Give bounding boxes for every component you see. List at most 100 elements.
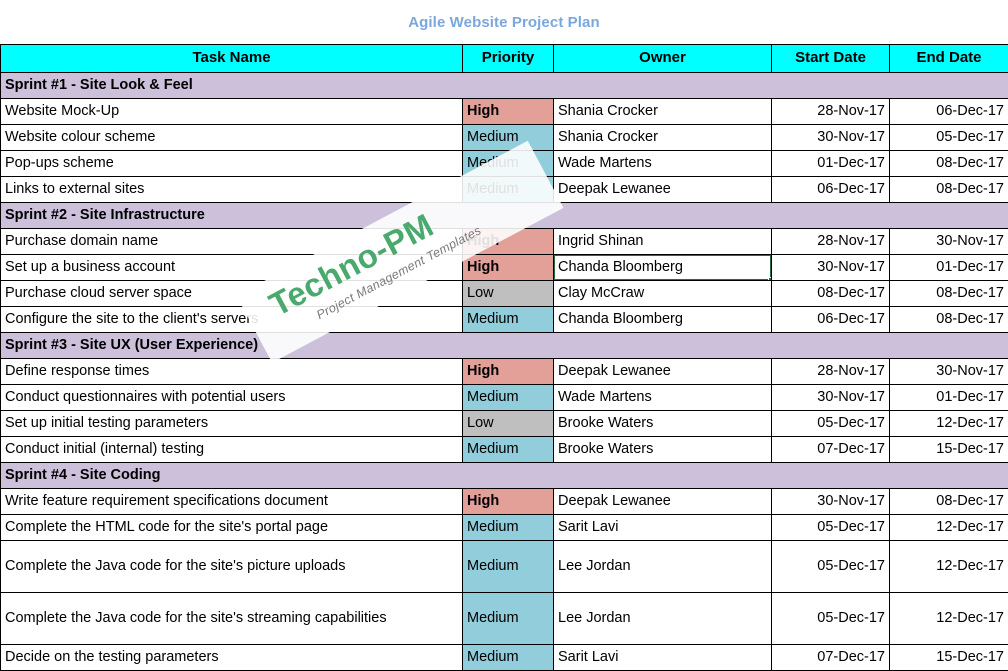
- cell-start-date[interactable]: 01-Dec-17: [772, 151, 890, 177]
- cell-task-name[interactable]: Set up initial testing parameters: [1, 411, 463, 437]
- cell-owner[interactable]: Lee Jordan: [554, 541, 772, 593]
- cell-priority[interactable]: High: [463, 359, 554, 385]
- cell-owner[interactable]: Chanda Bloomberg: [554, 307, 772, 333]
- cell-owner[interactable]: Sarit Lavi: [554, 645, 772, 671]
- cell-end-date[interactable]: 08-Dec-17: [890, 307, 1008, 333]
- cell-start-date[interactable]: 30-Nov-17: [772, 385, 890, 411]
- cell-priority[interactable]: Medium: [463, 515, 554, 541]
- column-header-end-date[interactable]: End Date: [890, 45, 1008, 73]
- cell-task-name[interactable]: Purchase domain name: [1, 229, 463, 255]
- cell-end-date[interactable]: 12-Dec-17: [890, 593, 1008, 645]
- cell-priority[interactable]: High: [463, 489, 554, 515]
- cell-task-name[interactable]: Links to external sites: [1, 177, 463, 203]
- column-header-start-date[interactable]: Start Date: [772, 45, 890, 73]
- cell-priority[interactable]: Medium: [463, 307, 554, 333]
- cell-task-name[interactable]: Define response times: [1, 359, 463, 385]
- cell-task-name[interactable]: Website Mock-Up: [1, 99, 463, 125]
- cell-owner[interactable]: Sarit Lavi: [554, 515, 772, 541]
- cell-end-date[interactable]: 12-Dec-17: [890, 515, 1008, 541]
- cell-end-date[interactable]: 08-Dec-17: [890, 489, 1008, 515]
- cell-priority[interactable]: Medium: [463, 437, 554, 463]
- cell-start-date[interactable]: 30-Nov-17: [772, 125, 890, 151]
- cell-owner[interactable]: Shania Crocker: [554, 125, 772, 151]
- cell-priority[interactable]: Low: [463, 281, 554, 307]
- cell-owner[interactable]: Wade Martens: [554, 151, 772, 177]
- sprint-group-row: Sprint #1 - Site Look & Feel: [1, 73, 1008, 99]
- cell-end-date[interactable]: 30-Nov-17: [890, 229, 1008, 255]
- cell-end-date[interactable]: 08-Dec-17: [890, 177, 1008, 203]
- cell-task-name[interactable]: Purchase cloud server space: [1, 281, 463, 307]
- cell-start-date[interactable]: 05-Dec-17: [772, 515, 890, 541]
- cell-task-name[interactable]: Website colour scheme: [1, 125, 463, 151]
- cell-owner[interactable]: Brooke Waters: [554, 411, 772, 437]
- cell-owner[interactable]: Clay McCraw: [554, 281, 772, 307]
- cell-owner[interactable]: Deepak Lewanee: [554, 359, 772, 385]
- table-row: Complete the Java code for the site's st…: [1, 593, 1008, 645]
- cell-owner[interactable]: Shania Crocker: [554, 99, 772, 125]
- cell-owner[interactable]: Brooke Waters: [554, 437, 772, 463]
- cell-owner[interactable]: Deepak Lewanee: [554, 489, 772, 515]
- column-header-task-name[interactable]: Task Name: [1, 45, 463, 73]
- cell-end-date[interactable]: 12-Dec-17: [890, 411, 1008, 437]
- cell-priority[interactable]: High: [463, 255, 554, 281]
- cell-start-date[interactable]: 30-Nov-17: [772, 255, 890, 281]
- cell-end-date[interactable]: 30-Nov-17: [890, 359, 1008, 385]
- cell-end-date[interactable]: 06-Dec-17: [890, 99, 1008, 125]
- cell-task-name[interactable]: Complete the Java code for the site's st…: [1, 593, 463, 645]
- table-row: Decide on the testing parametersMediumSa…: [1, 645, 1008, 671]
- table-row: Complete the HTML code for the site's po…: [1, 515, 1008, 541]
- cell-end-date[interactable]: 08-Dec-17: [890, 151, 1008, 177]
- cell-start-date[interactable]: 28-Nov-17: [772, 229, 890, 255]
- cell-end-date[interactable]: 05-Dec-17: [890, 125, 1008, 151]
- cell-priority[interactable]: Medium: [463, 593, 554, 645]
- cell-owner-selected[interactable]: Chanda Bloomberg: [554, 255, 772, 281]
- cell-start-date[interactable]: 08-Dec-17: [772, 281, 890, 307]
- cell-priority[interactable]: Medium: [463, 151, 554, 177]
- table-row: Purchase domain nameHighIngrid Shinan28-…: [1, 229, 1008, 255]
- cell-priority[interactable]: Medium: [463, 645, 554, 671]
- cell-start-date[interactable]: 07-Dec-17: [772, 437, 890, 463]
- cell-start-date[interactable]: 06-Dec-17: [772, 307, 890, 333]
- cell-task-name[interactable]: Set up a business account: [1, 255, 463, 281]
- cell-start-date[interactable]: 28-Nov-17: [772, 359, 890, 385]
- cell-end-date[interactable]: 01-Dec-17: [890, 385, 1008, 411]
- spreadsheet-grid: Task Name Priority Owner Start Date End …: [0, 44, 1008, 671]
- cell-priority[interactable]: Medium: [463, 541, 554, 593]
- column-header-owner[interactable]: Owner: [554, 45, 772, 73]
- cell-task-name[interactable]: Pop-ups scheme: [1, 151, 463, 177]
- cell-end-date[interactable]: 08-Dec-17: [890, 281, 1008, 307]
- cell-start-date[interactable]: 05-Dec-17: [772, 541, 890, 593]
- cell-end-date[interactable]: 15-Dec-17: [890, 437, 1008, 463]
- cell-priority[interactable]: Low: [463, 411, 554, 437]
- cell-end-date[interactable]: 01-Dec-17: [890, 255, 1008, 281]
- cell-task-name[interactable]: Configure the site to the client's serve…: [1, 307, 463, 333]
- cell-owner[interactable]: Wade Martens: [554, 385, 772, 411]
- title-bar: Agile Website Project Plan: [0, 0, 1008, 44]
- cell-end-date[interactable]: 12-Dec-17: [890, 541, 1008, 593]
- cell-task-name[interactable]: Decide on the testing parameters: [1, 645, 463, 671]
- cell-owner[interactable]: Lee Jordan: [554, 593, 772, 645]
- cell-start-date[interactable]: 05-Dec-17: [772, 411, 890, 437]
- cell-start-date[interactable]: 28-Nov-17: [772, 99, 890, 125]
- cell-priority[interactable]: Medium: [463, 177, 554, 203]
- fill-handle[interactable]: [768, 277, 772, 281]
- cell-task-name[interactable]: Conduct initial (internal) testing: [1, 437, 463, 463]
- cell-task-name[interactable]: Complete the Java code for the site's pi…: [1, 541, 463, 593]
- cell-priority[interactable]: Medium: [463, 385, 554, 411]
- cell-end-date[interactable]: 15-Dec-17: [890, 645, 1008, 671]
- cell-priority[interactable]: Medium: [463, 125, 554, 151]
- cell-task-name[interactable]: Conduct questionnaires with potential us…: [1, 385, 463, 411]
- cell-task-name[interactable]: Write feature requirement specifications…: [1, 489, 463, 515]
- cell-task-name[interactable]: Complete the HTML code for the site's po…: [1, 515, 463, 541]
- cell-priority[interactable]: High: [463, 229, 554, 255]
- cell-start-date[interactable]: 05-Dec-17: [772, 593, 890, 645]
- project-plan-table: Task Name Priority Owner Start Date End …: [0, 44, 1008, 671]
- cell-start-date[interactable]: 07-Dec-17: [772, 645, 890, 671]
- table-row: Set up a business accountHighChanda Bloo…: [1, 255, 1008, 281]
- cell-owner[interactable]: Deepak Lewanee: [554, 177, 772, 203]
- cell-owner[interactable]: Ingrid Shinan: [554, 229, 772, 255]
- cell-priority[interactable]: High: [463, 99, 554, 125]
- cell-start-date[interactable]: 06-Dec-17: [772, 177, 890, 203]
- cell-start-date[interactable]: 30-Nov-17: [772, 489, 890, 515]
- column-header-priority[interactable]: Priority: [463, 45, 554, 73]
